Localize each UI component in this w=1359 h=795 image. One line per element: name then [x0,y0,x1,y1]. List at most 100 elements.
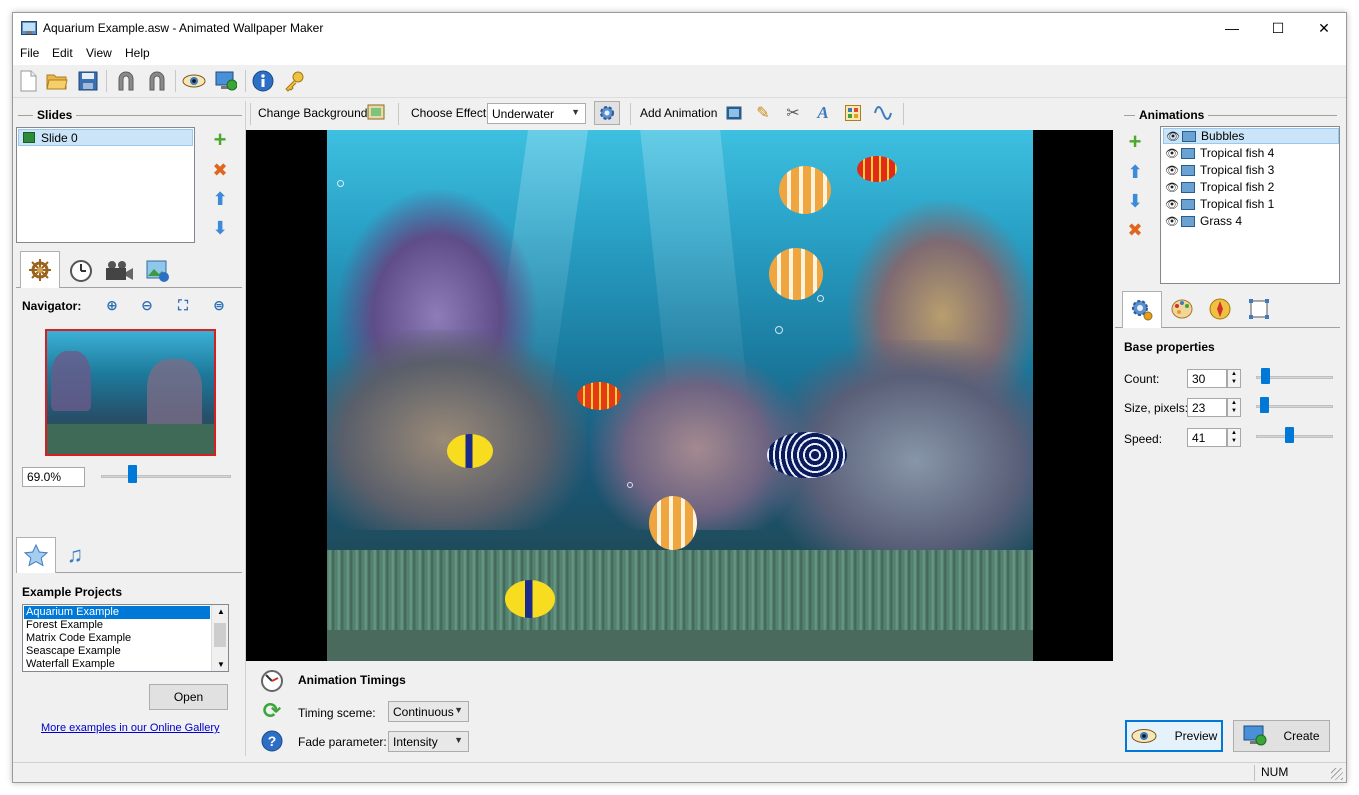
open-button[interactable]: Open [149,684,228,710]
timing-scheme-select[interactable]: Continuous ▼ [388,701,469,722]
speed-slider-track[interactable] [1256,435,1333,438]
examples-list[interactable]: Aquarium Example Forest Example Matrix C… [22,604,229,672]
save-icon[interactable] [75,68,101,94]
scroll-down-icon[interactable]: ▼ [217,660,225,669]
spin-down-icon[interactable]: ▼ [1228,437,1240,445]
actual-size-icon[interactable]: ⊜ [209,295,229,315]
visibility-eye-icon[interactable]: 👁 [1163,198,1181,211]
info-icon[interactable] [250,68,276,94]
change-background-label[interactable]: Change Background [258,106,367,120]
redo-icon[interactable] [144,68,170,94]
add-slide-icon[interactable]: + [210,127,230,152]
tab-music[interactable]: ♫ [55,537,95,573]
effect-settings-button[interactable] [594,101,620,125]
zoom-slider-track[interactable] [101,475,231,478]
count-field[interactable]: 30 [1187,369,1227,388]
help-icon[interactable]: ? [260,729,284,753]
tab-examples[interactable] [16,537,56,573]
scroll-thumb[interactable] [214,623,226,647]
tab-direction[interactable] [1200,291,1240,327]
animation-row[interactable]: 👁 Grass 4 [1163,213,1339,229]
examples-scrollbar[interactable]: ▲ ▼ [211,605,228,671]
add-animation-icon[interactable]: + [1125,129,1145,154]
animation-row-selected[interactable]: 👁 Bubbles [1163,128,1339,144]
visibility-eye-icon[interactable]: 👁 [1163,164,1181,177]
wallpaper-canvas[interactable] [246,130,1113,661]
add-film-icon[interactable] [724,103,744,123]
monitor-icon[interactable] [213,68,239,94]
zoom-field[interactable]: 69.0% [22,467,85,487]
speed-spinner[interactable]: ▲ ▼ [1227,428,1241,447]
count-spinner[interactable]: ▲ ▼ [1227,369,1241,388]
menu-help[interactable]: Help [125,46,150,60]
visibility-eye-icon[interactable]: 👁 [1164,130,1182,143]
spin-down-icon[interactable]: ▼ [1228,378,1240,386]
zoom-out-icon[interactable]: ⊖ [137,295,157,315]
move-up-icon[interactable]: ⬆ [1125,162,1145,182]
animation-row[interactable]: 👁 Tropical fish 2 [1163,179,1339,195]
close-button[interactable]: ✕ [1301,13,1346,43]
delete-animation-icon[interactable]: ✖ [1125,220,1145,240]
tab-image[interactable] [138,253,178,289]
tab-colors[interactable] [1162,291,1202,327]
tab-bounds[interactable] [1239,291,1279,327]
example-item[interactable]: Seascape Example [24,645,121,658]
scroll-up-icon[interactable]: ▲ [217,607,225,616]
delete-slide-icon[interactable]: ✖ [210,160,230,180]
animation-row[interactable]: 👁 Tropical fish 3 [1163,162,1339,178]
menu-file[interactable]: File [20,46,39,60]
fade-parameter-select[interactable]: Intensity ▼ [388,731,469,752]
new-file-icon[interactable] [15,68,41,94]
count-slider-thumb[interactable] [1261,368,1270,384]
visibility-eye-icon[interactable]: 👁 [1163,147,1181,160]
text-tool-icon[interactable]: A [813,103,833,123]
preview-eye-icon[interactable] [181,68,207,94]
menu-view[interactable]: View [86,46,112,60]
maximize-button[interactable]: ☐ [1255,13,1301,43]
move-down-icon[interactable]: ⬇ [210,218,230,238]
visibility-eye-icon[interactable]: 👁 [1163,181,1181,194]
speed-field[interactable]: 41 [1187,428,1227,447]
change-background-icon[interactable] [366,102,386,122]
spin-up-icon[interactable]: ▲ [1228,429,1240,437]
slide-row[interactable]: Slide 0 [18,129,193,146]
online-gallery-link[interactable]: More examples in our Online Gallery [41,722,220,734]
create-button[interactable]: Create [1233,720,1330,752]
spin-down-icon[interactable]: ▼ [1228,407,1240,415]
brush-icon[interactable]: ✎ [753,103,773,123]
spin-up-icon[interactable]: ▲ [1228,370,1240,378]
visibility-eye-icon[interactable]: 👁 [1163,215,1181,228]
tab-camera[interactable] [99,253,139,289]
tab-base-properties[interactable] [1122,291,1162,328]
example-item[interactable]: Waterfall Example [24,658,115,671]
wave-icon[interactable] [873,103,893,123]
effect-select[interactable]: Underwater ▼ [487,103,586,124]
example-item-selected[interactable]: Aquarium Example [24,606,210,619]
animation-row[interactable]: 👁 Tropical fish 1 [1163,196,1339,212]
size-slider-thumb[interactable] [1260,397,1269,413]
navigator-preview[interactable] [45,329,216,456]
undo-icon[interactable] [113,68,139,94]
zoom-slider-thumb[interactable] [128,465,137,483]
scissors-icon[interactable]: ✂ [783,103,803,123]
animations-list[interactable]: 👁 Bubbles 👁 Tropical fish 4 👁 Tropical fish… [1160,126,1340,284]
spin-up-icon[interactable]: ▲ [1228,399,1240,407]
minimize-button[interactable]: — [1209,13,1255,43]
resize-grip[interactable] [1331,768,1343,780]
open-folder-icon[interactable] [44,68,70,94]
size-field[interactable]: 23 [1187,398,1227,417]
animation-row[interactable]: 👁 Tropical fish 4 [1163,145,1339,161]
tab-navigator[interactable] [20,251,60,288]
size-spinner[interactable]: ▲ ▼ [1227,398,1241,417]
key-icon[interactable] [281,68,307,94]
menu-edit[interactable]: Edit [52,46,73,60]
example-item[interactable]: Matrix Code Example [24,632,131,645]
grid-icon[interactable] [843,103,863,123]
zoom-in-icon[interactable]: ⊕ [102,295,122,315]
move-down-icon[interactable]: ⬇ [1125,191,1145,211]
move-up-icon[interactable]: ⬆ [210,189,230,209]
slides-list[interactable]: Slide 0 [16,127,195,243]
speed-slider-thumb[interactable] [1285,427,1294,443]
preview-button[interactable]: Preview [1125,720,1223,752]
example-item[interactable]: Forest Example [24,619,103,632]
